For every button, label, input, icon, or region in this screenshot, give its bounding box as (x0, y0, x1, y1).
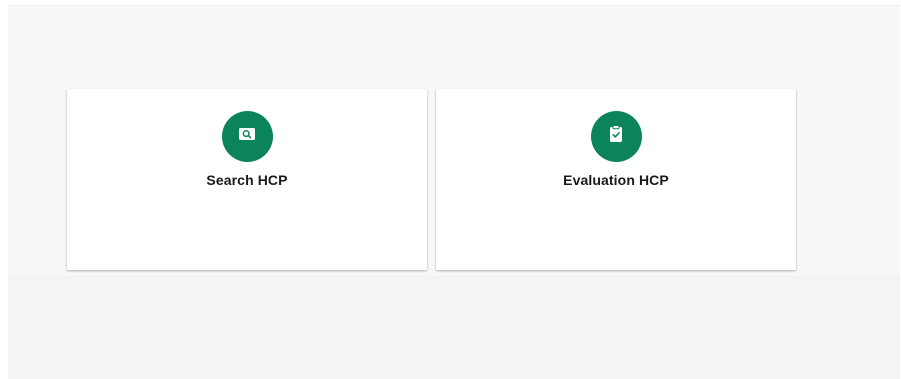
evaluation-hcp-icon-badge (590, 111, 642, 162)
search-hcp-icon-badge (221, 111, 273, 162)
search-folder-icon (236, 123, 258, 150)
clipboard-check-icon (605, 123, 627, 150)
app-frame: Search HCP Evaluation HCP (8, 5, 900, 379)
search-hcp-card[interactable]: Search HCP (67, 89, 427, 270)
card-grid: Search HCP Evaluation HCP (67, 89, 796, 270)
evaluation-hcp-label: Evaluation HCP (563, 172, 669, 188)
content-area: Search HCP Evaluation HCP (8, 6, 900, 275)
evaluation-hcp-card[interactable]: Evaluation HCP (436, 89, 796, 270)
search-hcp-label: Search HCP (206, 172, 288, 188)
